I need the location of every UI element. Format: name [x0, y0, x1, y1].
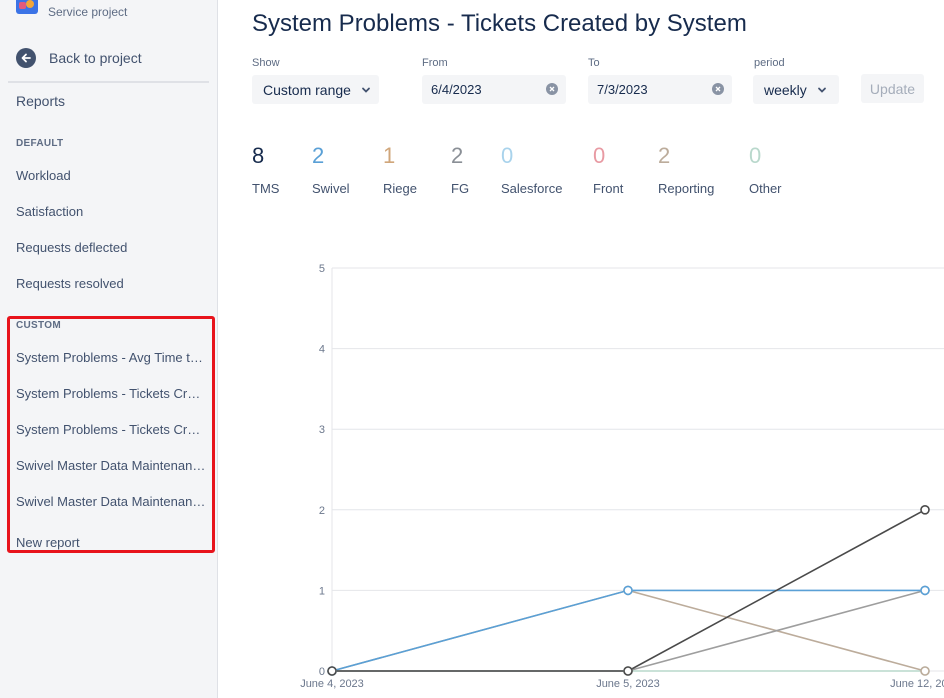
stat-value: 0	[749, 143, 762, 168]
stat-label: FG	[451, 181, 470, 196]
sidebar-item-custom-report[interactable]: System Problems - Avg Time to Resolution	[16, 350, 206, 365]
clear-icon[interactable]	[546, 83, 558, 95]
stat-value: 1	[383, 143, 396, 168]
y-tick-label: 4	[319, 344, 325, 356]
default-section-title: DEFAULT	[16, 138, 64, 149]
new-report-link[interactable]: New report	[16, 535, 206, 550]
stat-value: 0	[593, 143, 606, 168]
data-point-tms	[920, 505, 930, 515]
sidebar-item-satisfaction[interactable]: Satisfaction	[16, 204, 206, 219]
stat-salesforce: 0 Salesforce	[501, 143, 562, 196]
x-tick-label: June 5, 2023	[596, 678, 660, 690]
period-select[interactable]: weekly	[753, 75, 839, 104]
stat-label: Reporting	[658, 181, 715, 196]
arrow-left-icon	[16, 48, 36, 68]
show-select[interactable]: Custom range	[252, 75, 379, 104]
project-type: Service project	[48, 5, 128, 19]
stat-label: Front	[593, 181, 624, 196]
project-logo-icon	[16, 0, 38, 14]
reports-heading[interactable]: Reports	[16, 93, 65, 109]
y-tick-label: 5	[319, 263, 325, 275]
clear-icon[interactable]	[712, 83, 724, 95]
data-point-tms	[327, 666, 337, 676]
sidebar: Service project Back to project Reports …	[0, 0, 218, 698]
sidebar-item-workload[interactable]: Workload	[16, 168, 206, 183]
series-line-fg	[332, 589, 926, 672]
stat-label: Riege	[383, 181, 417, 196]
data-point-reporting	[920, 666, 930, 676]
stat-value: 2	[451, 143, 464, 168]
stat-value: 8	[252, 143, 265, 168]
sidebar-item-custom-report[interactable]: Swivel Master Data Maintenance	[16, 458, 206, 473]
y-tick-label: 2	[319, 505, 325, 517]
data-point-swivel	[623, 585, 633, 596]
chevron-down-icon	[817, 87, 826, 93]
period-select-value: weekly	[764, 81, 807, 98]
stat-value: 2	[658, 143, 671, 168]
sidebar-item-custom-report[interactable]: System Problems - Tickets Created by Sys…	[16, 386, 206, 401]
x-tick-label: June 12, 2023	[890, 678, 944, 690]
y-tick-label: 0	[319, 666, 325, 678]
to-label: To	[588, 57, 600, 69]
to-date-value: 7/3/2023	[597, 82, 648, 97]
from-label: From	[422, 57, 448, 69]
series-line-swivel	[331, 589, 925, 672]
to-date-field[interactable]: 7/3/2023	[588, 75, 732, 104]
stat-other: 0 Other	[749, 143, 782, 196]
sidebar-item-requests-resolved[interactable]: Requests resolved	[16, 276, 206, 291]
back-to-project-link[interactable]: Back to project	[16, 47, 142, 69]
series-line-reporting	[331, 589, 926, 672]
stat-value: 2	[312, 143, 325, 168]
line-chart: 0 1 2 3 4 5 June 4, 2023 June 5, 2023 June 12, 2…	[300, 263, 944, 690]
x-tick-label: June 4, 2023	[300, 678, 364, 690]
from-date-value: 6/4/2023	[431, 82, 482, 97]
stat-label: Salesforce	[501, 181, 563, 196]
stat-label: Swivel	[312, 181, 350, 196]
sidebar-item-custom-report[interactable]: Swivel Master Data Maintenance	[16, 494, 206, 509]
stat-reporting: 2 Reporting	[658, 143, 714, 196]
from-date-field[interactable]: 6/4/2023	[422, 75, 566, 104]
stat-riege: 1 Riege	[383, 143, 417, 196]
stat-label: Other	[749, 181, 782, 196]
stat-front: 0 Front	[593, 143, 623, 196]
show-label: Show	[252, 57, 280, 69]
stat-swivel: 2 Swivel	[312, 143, 350, 196]
page-title: System Problems - Tickets Created by Sys…	[252, 10, 747, 37]
stat-label: TMS	[252, 181, 280, 196]
custom-section-title: CUSTOM	[16, 320, 61, 331]
stat-value: 0	[501, 143, 514, 168]
data-point-tms	[623, 666, 633, 676]
back-to-project-label: Back to project	[49, 50, 142, 66]
sidebar-item-requests-deflected[interactable]: Requests deflected	[16, 240, 206, 255]
sidebar-item-custom-report[interactable]: System Problems - Tickets Created	[16, 422, 206, 437]
y-tick-label: 3	[319, 424, 325, 436]
period-label: period	[754, 57, 785, 69]
stat-fg: 2 FG	[451, 143, 469, 196]
stat-tms: 8 TMS	[252, 143, 279, 196]
data-point-swivel	[920, 585, 930, 596]
y-tick-label: 1	[319, 585, 325, 597]
show-select-value: Custom range	[263, 81, 351, 98]
chevron-down-icon	[362, 87, 370, 93]
update-button[interactable]: Update	[861, 74, 924, 103]
sidebar-divider	[8, 81, 209, 83]
